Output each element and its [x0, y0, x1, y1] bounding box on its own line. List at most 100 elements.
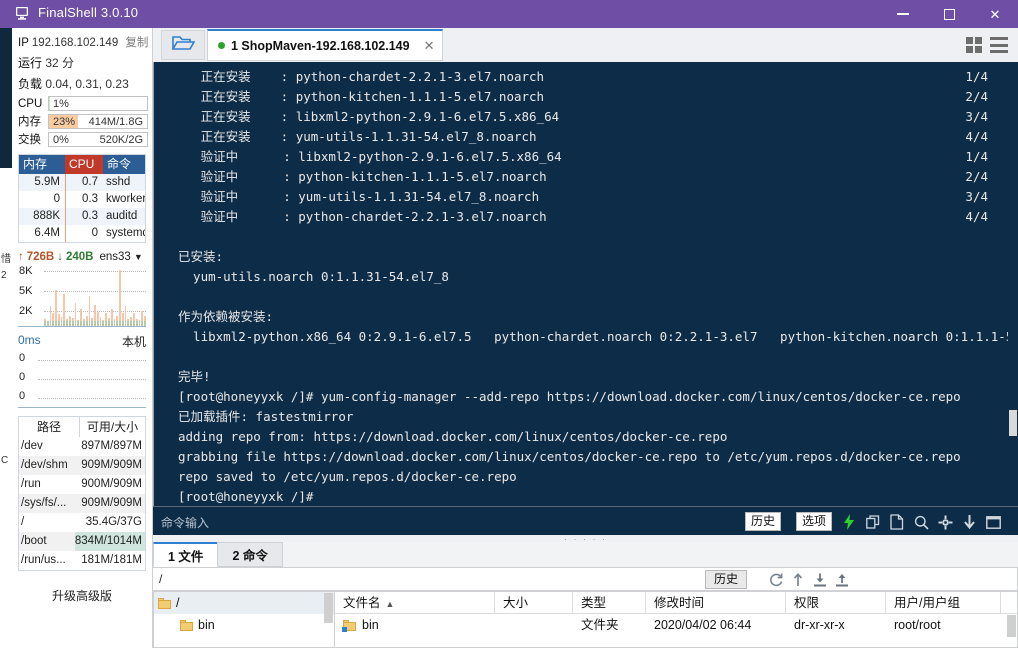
file-list-scrollbar[interactable]: [1007, 615, 1016, 637]
chevron-down-icon[interactable]: ▼: [134, 252, 143, 262]
network-interface-value[interactable]: ens33: [100, 251, 131, 263]
hamburger-menu-icon[interactable]: [990, 37, 1008, 53]
splitter-grip-icon: · · · · ·: [564, 534, 607, 544]
bg-text-2: 2: [1, 270, 7, 281]
process-row[interactable]: 6.4M 0 systemd: [19, 225, 145, 242]
network-bar: [77, 320, 80, 326]
col-header-size[interactable]: 大小: [495, 592, 573, 613]
file-list-header: 文件名 ▲ 大小 类型 修改时间 权限 用户/用户组: [335, 592, 1017, 614]
lightning-icon[interactable]: [840, 513, 858, 531]
folder-icon: [158, 597, 171, 609]
col-label-filename: 文件名: [343, 596, 381, 610]
process-row[interactable]: 0 0.3kworker/0: [19, 191, 145, 208]
meter-row-CPU: CPU 1%: [18, 96, 148, 111]
col-header-mtime[interactable]: 修改时间: [646, 592, 786, 613]
terminal-tab-1[interactable]: 1 ShopMaven-192.168.102.149 ✕: [207, 29, 444, 61]
upgrade-link[interactable]: 升级高级版: [12, 587, 152, 604]
load-row: 负载 0.04, 0.31, 0.23: [12, 73, 152, 94]
disk-col-path[interactable]: 路径: [19, 417, 79, 437]
process-cpu: 0.3: [65, 191, 103, 208]
open-folder-button[interactable]: [161, 30, 205, 60]
copy-ip-button[interactable]: 复制: [125, 37, 148, 49]
latency-target-label[interactable]: 本机: [122, 333, 146, 350]
upload-file-icon[interactable]: [833, 571, 851, 589]
network-bar: [74, 302, 77, 327]
process-cpu: 0.7: [65, 174, 103, 191]
terminal-scrollbar[interactable]: [1008, 0, 1018, 444]
panel-splitter[interactable]: · · · · ·: [153, 534, 1018, 544]
col-header-owner[interactable]: 用户/用户组: [886, 592, 1001, 613]
ip-value: 192.168.102.149: [31, 37, 119, 49]
disk-row[interactable]: /dev 897M/897M: [19, 437, 145, 456]
process-mem: 6.4M: [34, 227, 60, 239]
paste-icon[interactable]: [888, 513, 906, 531]
disk-size: 900M/909M: [81, 478, 142, 490]
col-header-permission[interactable]: 权限: [786, 592, 886, 613]
open-folder-icon: [171, 34, 196, 57]
process-row[interactable]: 888K 0.3 auditd: [19, 208, 145, 225]
network-bar: [127, 319, 130, 326]
disk-row[interactable]: /run/us... 181M/181M: [19, 551, 145, 570]
finalshell-window: 惜 2 C FinalShell 3.0.10 ✕ IP 192.168.102…: [0, 0, 1018, 648]
process-col-cmd[interactable]: 命令: [103, 155, 145, 174]
disk-row[interactable]: /sys/fs/... 909M/909M: [19, 494, 145, 513]
copy-icon[interactable]: [864, 513, 882, 531]
terminal-scrollbar-thumb[interactable]: [1009, 410, 1017, 436]
refresh-icon[interactable]: [767, 571, 785, 589]
command-options-button[interactable]: 选项: [795, 512, 832, 531]
file-list[interactable]: 文件名 ▲ 大小 类型 修改时间 权限 用户/用户组 bin 文件夹 2020/04/…: [335, 591, 1018, 648]
maximize-button[interactable]: [926, 0, 972, 28]
bottom-tab-2[interactable]: 2 命令: [217, 542, 283, 567]
process-col-mem[interactable]: 内存: [19, 155, 65, 174]
folder-icon: [180, 619, 193, 631]
folder-icon: [342, 619, 356, 632]
grid-view-icon[interactable]: [966, 37, 982, 53]
command-history-button[interactable]: 历史: [744, 512, 781, 531]
network-bar: [46, 321, 49, 326]
terminal-output[interactable]: 正在安装 : python-chardet-2.2.1-3.el7.noarch…: [153, 62, 1008, 506]
bottom-tab-1[interactable]: 1 文件: [153, 542, 219, 567]
meter-bar: 0% 520K/2G: [48, 131, 148, 147]
disk-path: /sys/fs/...: [21, 497, 67, 509]
process-row[interactable]: 5.9M 0.7 sshd: [19, 174, 145, 191]
network-ytick-0: 8K: [19, 265, 33, 277]
gear-icon[interactable]: [936, 513, 954, 531]
process-mem: 888K: [33, 210, 60, 222]
network-bar: [105, 313, 107, 326]
network-bar: [44, 319, 46, 326]
app-monitor-icon: [14, 6, 30, 21]
disk-col-size[interactable]: 可用/大小: [79, 417, 145, 437]
latency-chart: 0 0 0: [18, 352, 146, 408]
tree-scrollbar[interactable]: [324, 593, 333, 623]
close-button[interactable]: ✕: [972, 0, 1018, 28]
file-row[interactable]: bin 文件夹 2020/04/02 06:44 dr-xr-xr-x root/roo…: [335, 614, 1017, 636]
up-dir-icon[interactable]: [789, 571, 807, 589]
disk-row[interactable]: /boot 834M/1014M: [19, 532, 145, 551]
disk-table-body: /dev 897M/897M/dev/shm 909M/909M/run 900M/9…: [19, 437, 145, 570]
download-value: 240B: [66, 251, 94, 263]
tab-close-icon[interactable]: ✕: [424, 38, 435, 54]
path-input[interactable]: /: [159, 572, 162, 586]
network-bar: [96, 312, 99, 326]
search-icon[interactable]: [912, 513, 930, 531]
disk-row[interactable]: /run 900M/909M: [19, 475, 145, 494]
col-header-filename[interactable]: 文件名 ▲: [335, 592, 495, 613]
window-icon[interactable]: [984, 513, 1002, 531]
directory-tree[interactable]: / bin: [153, 591, 335, 648]
disk-row[interactable]: /dev/shm 909M/909M: [19, 456, 145, 475]
download-file-icon[interactable]: [811, 571, 829, 589]
bg-text-1: 惜: [1, 254, 11, 265]
path-bar[interactable]: / 历史: [153, 567, 1018, 591]
tree-node[interactable]: /: [154, 592, 334, 614]
tree-node[interactable]: bin: [154, 614, 334, 636]
disk-path: /: [21, 516, 25, 528]
process-col-cpu[interactable]: CPU: [65, 155, 103, 174]
path-history-button[interactable]: 历史: [705, 570, 748, 589]
meter-label: 交换: [18, 134, 41, 146]
disk-row[interactable]: / 35.4G/37G: [19, 513, 145, 532]
download-icon[interactable]: [960, 513, 978, 531]
meter-percent: 1%: [53, 98, 69, 110]
command-input-bar[interactable]: 命令输入 历史 选项: [153, 506, 1018, 535]
col-header-type[interactable]: 类型: [573, 592, 646, 613]
minimize-button[interactable]: [880, 0, 926, 28]
